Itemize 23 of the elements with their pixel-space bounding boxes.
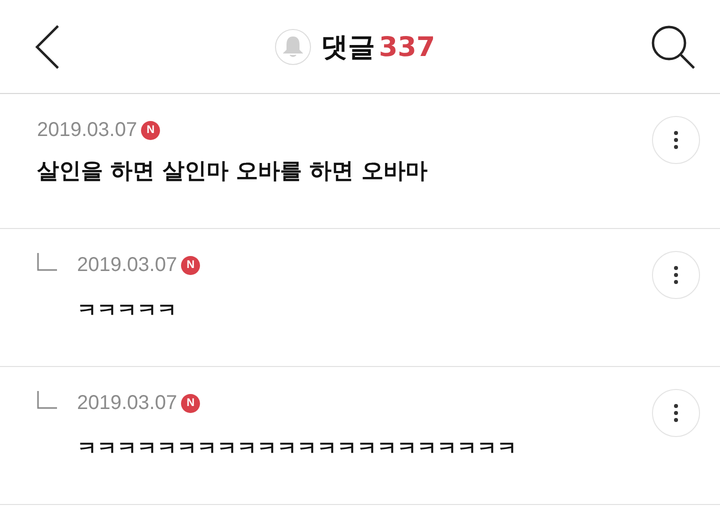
comment-text: 살인을 하면 살인마 오바를 하면 오바마	[37, 158, 428, 186]
comment-text: ㅋㅋㅋㅋㅋ	[77, 297, 178, 324]
comment-date: 2019.03.07	[37, 118, 138, 142]
bell-button[interactable]	[274, 28, 311, 64]
new-badge: N	[181, 256, 200, 274]
reply-icon	[37, 391, 57, 409]
search-icon[interactable]	[650, 24, 696, 70]
reply-icon	[37, 253, 57, 271]
comment-date: 2019.03.07	[77, 254, 178, 276]
page-title: 댓글	[320, 32, 375, 62]
comment-count: 337	[378, 32, 436, 62]
more-icon	[674, 131, 678, 149]
more-button[interactable]	[652, 116, 700, 164]
comment-text: ㅋㅋㅋㅋㅋㅋㅋㅋㅋㅋㅋㅋㅋㅋㅋㅋㅋㅋㅋㅋㅋㅋ	[77, 435, 518, 462]
comment-date: 2019.03.07	[77, 392, 178, 414]
more-icon	[674, 404, 678, 422]
new-badge: N	[181, 394, 200, 412]
new-badge: N	[141, 120, 160, 140]
more-button[interactable]	[652, 389, 700, 437]
back-icon[interactable]	[34, 24, 60, 70]
bell-icon	[282, 36, 303, 58]
more-icon	[674, 266, 678, 284]
more-button[interactable]	[652, 251, 700, 299]
